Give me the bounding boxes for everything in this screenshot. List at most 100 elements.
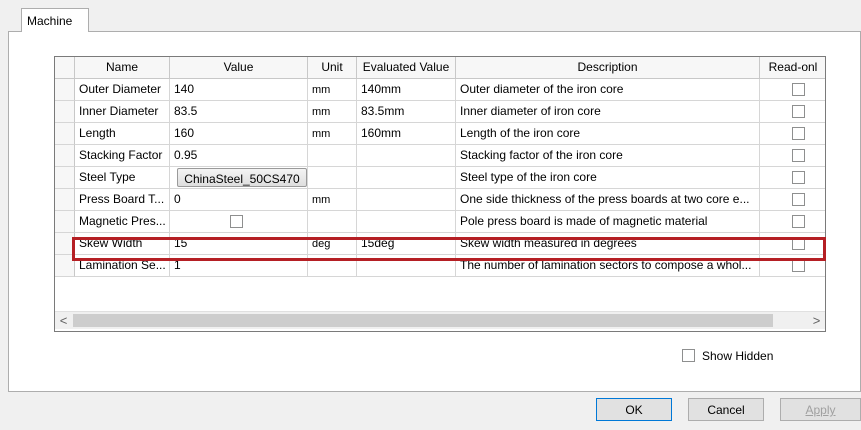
row-selector[interactable] <box>55 233 75 255</box>
row-selector[interactable] <box>55 123 75 145</box>
row-value-input[interactable]: 160 <box>170 123 308 145</box>
apply-button[interactable]: Apply <box>780 398 861 421</box>
row-selector[interactable] <box>55 79 75 101</box>
row-name: Stacking Factor <box>75 145 170 167</box>
row-description: One side thickness of the press boards a… <box>456 189 760 211</box>
row-evaluated-value <box>357 255 456 277</box>
row-description: Outer diameter of the iron core <box>456 79 760 101</box>
header-value[interactable]: Value <box>170 57 308 79</box>
horizontal-scrollbar[interactable]: < > <box>55 311 825 329</box>
table-row[interactable]: Length 160 mm 160mm Length of the iron c… <box>55 123 825 145</box>
tab-machine[interactable]: Machine <box>21 8 89 32</box>
ok-button[interactable]: OK <box>596 398 672 421</box>
row-read-only <box>760 145 825 167</box>
property-grid: Name Value Unit Evaluated Value Descript… <box>54 56 826 332</box>
row-read-only <box>760 79 825 101</box>
header-unit[interactable]: Unit <box>308 57 357 79</box>
row-evaluated-value: 83.5mm <box>357 101 456 123</box>
read-only-checkbox[interactable] <box>792 105 805 118</box>
read-only-checkbox[interactable] <box>792 259 805 272</box>
row-selector[interactable] <box>55 167 75 189</box>
row-value-cell: ChinaSteel_50CS470 <box>170 167 308 189</box>
row-value-input[interactable]: 83.5 <box>170 101 308 123</box>
row-selector[interactable] <box>55 255 75 277</box>
row-value-input[interactable]: 1 <box>170 255 308 277</box>
row-name: Inner Diameter <box>75 101 170 123</box>
read-only-checkbox[interactable] <box>792 215 805 228</box>
grid-header: Name Value Unit Evaluated Value Descript… <box>55 57 825 79</box>
read-only-checkbox[interactable] <box>792 127 805 140</box>
row-name: Outer Diameter <box>75 79 170 101</box>
row-value-input[interactable]: 15 <box>170 233 308 255</box>
scroll-left-icon[interactable]: < <box>55 312 72 329</box>
read-only-checkbox[interactable] <box>792 149 805 162</box>
row-name: Skew Width <box>75 233 170 255</box>
row-unit[interactable]: mm <box>308 189 357 211</box>
table-row[interactable]: Magnetic Pres... Pole press board is mad… <box>55 211 825 233</box>
row-unit[interactable] <box>308 145 357 167</box>
read-only-checkbox[interactable] <box>792 193 805 206</box>
row-evaluated-value <box>357 189 456 211</box>
cancel-button[interactable]: Cancel <box>688 398 764 421</box>
row-value-input[interactable]: 140 <box>170 79 308 101</box>
row-name: Lamination Se... <box>75 255 170 277</box>
table-row-skew-width[interactable]: Skew Width 15 deg 15deg Skew width measu… <box>55 233 825 255</box>
row-value-input[interactable]: 0 <box>170 189 308 211</box>
row-unit[interactable]: deg <box>308 233 357 255</box>
read-only-checkbox[interactable] <box>792 171 805 184</box>
row-evaluated-value: 140mm <box>357 79 456 101</box>
header-read-only[interactable]: Read-onl <box>760 57 825 79</box>
scroll-right-icon[interactable]: > <box>808 312 825 329</box>
row-read-only <box>760 189 825 211</box>
table-row[interactable]: Press Board T... 0 mm One side thickness… <box>55 189 825 211</box>
table-row[interactable]: Steel Type ChinaSteel_50CS470 Steel type… <box>55 167 825 189</box>
table-row[interactable]: Outer Diameter 140 mm 140mm Outer diamet… <box>55 79 825 101</box>
row-name: Magnetic Pres... <box>75 211 170 233</box>
row-value-cell <box>170 211 308 233</box>
row-evaluated-value: 160mm <box>357 123 456 145</box>
read-only-checkbox[interactable] <box>792 237 805 250</box>
row-evaluated-value <box>357 145 456 167</box>
row-value-input[interactable]: 0.95 <box>170 145 308 167</box>
read-only-checkbox[interactable] <box>792 83 805 96</box>
row-name: Steel Type <box>75 167 170 189</box>
show-hidden-label[interactable]: Show Hidden <box>702 349 773 363</box>
row-name: Press Board T... <box>75 189 170 211</box>
header-description[interactable]: Description <box>456 57 760 79</box>
row-unit[interactable]: mm <box>308 123 357 145</box>
scroll-thumb[interactable] <box>73 314 773 327</box>
row-unit[interactable] <box>308 255 357 277</box>
row-read-only <box>760 255 825 277</box>
row-unit[interactable]: mm <box>308 79 357 101</box>
header-corner <box>55 57 75 79</box>
row-description: Inner diameter of iron core <box>456 101 760 123</box>
magnetic-press-board-checkbox[interactable] <box>230 215 243 228</box>
row-read-only <box>760 211 825 233</box>
row-unit[interactable] <box>308 167 357 189</box>
row-selector[interactable] <box>55 189 75 211</box>
header-evaluated-value[interactable]: Evaluated Value <box>357 57 456 79</box>
row-selector[interactable] <box>55 101 75 123</box>
row-description: The number of lamination sectors to comp… <box>456 255 760 277</box>
row-unit[interactable] <box>308 211 357 233</box>
row-read-only <box>760 167 825 189</box>
row-evaluated-value: 15deg <box>357 233 456 255</box>
table-row[interactable]: Stacking Factor 0.95 Stacking factor of … <box>55 145 825 167</box>
steel-type-button[interactable]: ChinaSteel_50CS470 <box>177 168 307 187</box>
row-description: Skew width measured in degrees <box>456 233 760 255</box>
row-read-only <box>760 123 825 145</box>
row-description: Steel type of the iron core <box>456 167 760 189</box>
header-name[interactable]: Name <box>75 57 170 79</box>
show-hidden-checkbox[interactable] <box>682 349 695 362</box>
row-selector[interactable] <box>55 145 75 167</box>
table-row[interactable]: Inner Diameter 83.5 mm 83.5mm Inner diam… <box>55 101 825 123</box>
row-description: Pole press board is made of magnetic mat… <box>456 211 760 233</box>
row-evaluated-value <box>357 167 456 189</box>
row-name: Length <box>75 123 170 145</box>
row-description: Stacking factor of the iron core <box>456 145 760 167</box>
row-selector[interactable] <box>55 211 75 233</box>
row-description: Length of the iron core <box>456 123 760 145</box>
table-row[interactable]: Lamination Se... 1 The number of laminat… <box>55 255 825 277</box>
row-unit[interactable]: mm <box>308 101 357 123</box>
row-read-only <box>760 233 825 255</box>
